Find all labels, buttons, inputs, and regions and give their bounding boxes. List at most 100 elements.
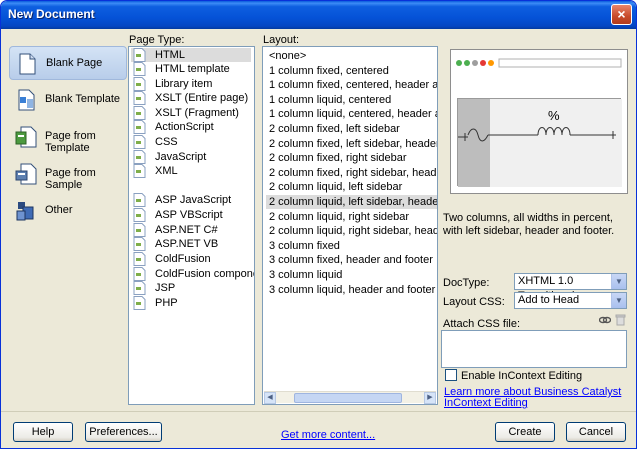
preferences-button[interactable]: Preferences...	[85, 422, 162, 442]
layout-item[interactable]: 3 column fixed, header and footer	[266, 253, 437, 267]
layout-list[interactable]: 3 column liquid, header and footer 3 colu…	[262, 46, 438, 405]
dialog-button-bar: Help Preferences... Get more content... …	[1, 411, 636, 448]
chevron-down-icon[interactable]: ▼	[611, 274, 626, 289]
page-type-item[interactable]: Library item	[131, 77, 251, 91]
layout-item[interactable]: 2 column liquid, left sidebar	[266, 180, 437, 194]
link-chain-icon[interactable]	[599, 315, 611, 325]
page-type-item[interactable]: HTML template	[131, 62, 251, 76]
layout-description: Two columns, all widths in percent, with…	[443, 212, 615, 237]
category-page-from-sample[interactable]: Page from Sample	[9, 157, 127, 191]
chevron-down-icon[interactable]: ▼	[611, 293, 626, 308]
layout-item[interactable]: 3 column liquid	[266, 268, 437, 282]
doctype-label: DocType:	[443, 277, 490, 289]
page-type-item[interactable]: XSLT (Fragment)	[131, 106, 251, 120]
category-label: Page from Sample	[45, 167, 96, 191]
file-icon	[133, 77, 146, 91]
page-type-item[interactable]: ASP JavaScript	[131, 193, 251, 207]
layout-item[interactable]: 2 column fixed, left sidebar, header and…	[266, 137, 437, 151]
blank-template-icon	[18, 89, 35, 111]
layout-item[interactable]: 3 column liquid, header and footer	[266, 283, 437, 297]
file-icon	[133, 91, 146, 105]
layout-item[interactable]: 2 column fixed, right sidebar, header an…	[266, 166, 437, 180]
layout-item[interactable]: 1 column fixed, centered, header and foo…	[266, 78, 437, 92]
page-type-item[interactable]: JSP	[131, 281, 251, 295]
attach-css-file-list[interactable]	[441, 330, 627, 368]
page-type-header: Page Type:	[129, 34, 185, 46]
create-button[interactable]: Create	[495, 422, 555, 442]
layout-item[interactable]: 1 column liquid, centered, header and fo…	[266, 107, 437, 121]
page-type-label: ASP.NET C#	[155, 224, 218, 236]
page-type-label: ASP VBScript	[155, 209, 223, 221]
file-icon	[133, 223, 146, 237]
cancel-button[interactable]: Cancel	[566, 422, 626, 442]
layout-css-select[interactable]: Add to Head ▼	[514, 292, 627, 309]
page-type-item[interactable]: CSS	[131, 135, 251, 149]
file-icon	[133, 106, 146, 120]
other-icon	[16, 202, 34, 221]
page-type-label: XML	[155, 165, 178, 177]
page-type-label: XSLT (Fragment)	[155, 107, 239, 119]
page-type-item[interactable]: PHP	[131, 296, 251, 310]
learn-more-link-line2[interactable]: InContext Editing	[444, 397, 528, 409]
page-type-label: JavaScript	[155, 151, 207, 163]
file-icon	[133, 281, 146, 295]
page-type-item[interactable]: ASP.NET VB	[131, 237, 251, 251]
layout-item[interactable]: 1 column liquid, centered	[266, 93, 437, 107]
layout-item[interactable]: 2 column fixed, left sidebar	[266, 122, 437, 136]
page-from-sample-icon	[15, 163, 37, 185]
layout-item[interactable]: 2 column fixed, right sidebar	[266, 151, 437, 165]
page-type-label: ActionScript	[155, 121, 214, 133]
page-type-item[interactable]: JavaScript	[131, 150, 251, 164]
page-type-item[interactable]: ColdFusion component	[131, 267, 254, 281]
page-type-label: XSLT (Entire page)	[155, 92, 249, 104]
get-more-content-link[interactable]: Get more content...	[281, 429, 375, 441]
page-type-label: ASP JavaScript	[155, 194, 232, 206]
scroll-left-arrow-icon[interactable]: ◀	[264, 392, 276, 404]
help-button[interactable]: Help	[13, 422, 73, 442]
layout-item[interactable]: 3 column fixed	[266, 239, 437, 253]
new-document-dialog: New Document × Blank Page Blank Template	[0, 0, 637, 449]
page-type-item[interactable]: ActionScript	[131, 120, 251, 134]
scroll-thumb[interactable]	[294, 393, 402, 403]
page-type-label: ASP.NET VB	[155, 238, 219, 250]
layout-item[interactable]: 2 column liquid, right sidebar	[266, 210, 437, 224]
page-type-item[interactable]: HTML	[131, 48, 251, 62]
layout-item[interactable]: 1 column fixed, centered	[266, 64, 437, 78]
title-bar[interactable]: New Document ×	[1, 1, 636, 29]
layout-css-label: Layout CSS:	[443, 296, 505, 308]
file-icon	[133, 135, 146, 149]
page-type-list[interactable]: HTML HTML template Library item XSLT (Entir…	[128, 46, 255, 405]
file-icon	[133, 267, 146, 281]
layout-css-value: Add to Head	[518, 294, 580, 306]
layout-item[interactable]: 2 column liquid, right sidebar, header a…	[266, 224, 437, 238]
page-type-item[interactable]: ColdFusion	[131, 252, 251, 266]
file-icon	[133, 164, 146, 178]
doctype-select[interactable]: XHTML 1.0 Transitional ▼	[514, 273, 627, 302]
page-type-label: PHP	[155, 297, 178, 309]
category-other[interactable]: Other	[9, 194, 127, 228]
category-label: Page from Template	[45, 130, 96, 154]
incontext-label: Enable InContext Editing	[461, 370, 583, 382]
file-icon	[133, 237, 146, 251]
page-type-item[interactable]: ASP VBScript	[131, 208, 251, 222]
page-type-item[interactable]: XML	[131, 164, 251, 178]
scroll-right-arrow-icon[interactable]: ▶	[424, 392, 436, 404]
category-blank-page[interactable]: Blank Page	[9, 46, 127, 80]
preview-percent-label: %	[548, 108, 560, 123]
page-from-template-icon	[15, 126, 37, 148]
layout-diagram-icon	[458, 99, 622, 187]
page-type-label: HTML	[155, 49, 185, 61]
category-page-from-template[interactable]: Page from Template	[9, 120, 127, 154]
close-button[interactable]: ×	[611, 4, 632, 25]
trash-icon[interactable]	[615, 314, 626, 326]
file-icon	[133, 252, 146, 266]
page-type-item[interactable]: XSLT (Entire page)	[131, 91, 251, 105]
layout-horizontal-scrollbar[interactable]: ◀ ▶	[264, 391, 436, 404]
enable-incontext-checkbox[interactable]	[445, 369, 457, 381]
layout-item[interactable]: <none>	[266, 49, 437, 63]
window-title: New Document	[8, 7, 95, 21]
page-type-label: CSS	[155, 136, 178, 148]
layout-item[interactable]: 2 column liquid, left sidebar, header an…	[266, 195, 437, 209]
page-type-item[interactable]: ASP.NET C#	[131, 223, 251, 237]
category-blank-template[interactable]: Blank Template	[9, 83, 127, 117]
